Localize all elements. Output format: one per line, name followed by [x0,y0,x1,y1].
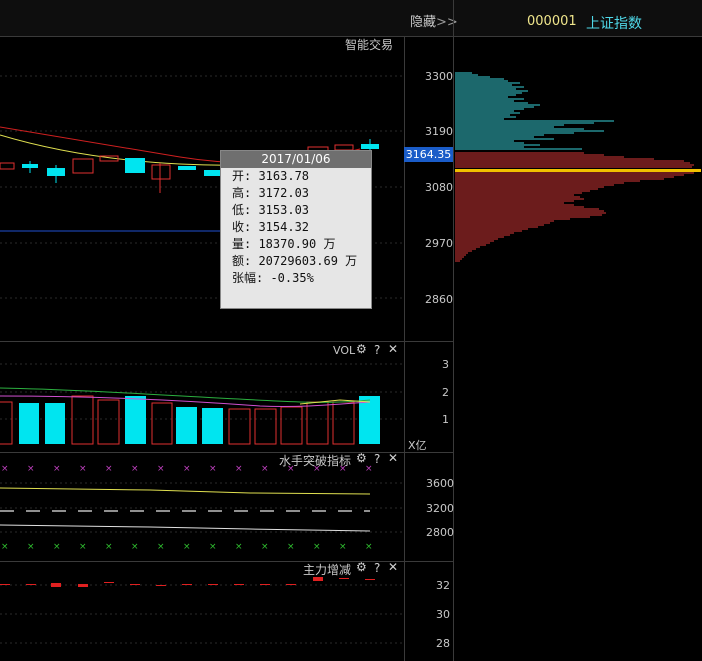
svg-text:×: × [1,464,9,474]
svg-text:×: × [365,464,373,474]
svg-text:×: × [339,464,347,474]
svg-text:×: × [27,542,35,552]
main-force-bars [0,577,375,587]
svg-text:×: × [27,464,35,474]
main-force-tick: 32 [436,579,450,592]
sailor-chart[interactable]: × × × × × × × × × × × × × × × × × × × × × × × × × × × × × × [0,453,404,561]
price-tick: 3300 [425,70,453,83]
tooltip-low: 低: 3153.03 [232,203,310,217]
svg-text:×: × [183,542,191,552]
svg-text:×: × [157,464,165,474]
volume-chart[interactable] [0,342,404,452]
svg-text:×: × [339,542,347,552]
index-name[interactable]: 上证指数 [586,13,642,33]
svg-text:×: × [131,542,139,552]
svg-text:×: × [53,464,61,474]
volume-bars [0,395,380,445]
svg-text:×: × [53,542,61,552]
vol-ma-green [0,387,371,403]
tooltip-open: 开: 3163.78 [232,169,310,183]
svg-text:×: × [313,464,321,474]
svg-text:×: × [131,464,139,474]
svg-text:×: × [365,542,373,552]
tooltip-high: 高: 3172.03 [232,186,310,200]
price-tick: 2970 [425,237,453,250]
index-code: 000001 [527,14,577,29]
tooltip-amount: 额: 20729603.69 万 [232,254,358,268]
sailor-tick: 3600 [426,477,454,490]
svg-text:×: × [209,542,217,552]
svg-text:×: × [105,542,113,552]
svg-text:×: × [261,464,269,474]
svg-text:×: × [235,542,243,552]
top-bar: 隐藏>> 000001 上证指数 [0,0,702,37]
sailor-lower-line [0,524,371,532]
tooltip-volume: 量: 18370.90 万 [232,237,336,251]
tooltip-change: 张幅: -0.35% [232,271,314,285]
price-tick: 2860 [425,293,453,306]
svg-text:×: × [261,542,269,552]
sailor-upper-line [0,487,371,495]
svg-text:×: × [157,542,165,552]
svg-text:×: × [105,464,113,474]
chip-current-line [455,169,701,172]
chip-upper [455,72,614,150]
main-force-tick: 28 [436,637,450,650]
vol-tick: 3 [442,358,449,371]
svg-text:×: × [235,464,243,474]
svg-text:×: × [183,464,191,474]
tooltip-date: 2017/01/06 [221,151,371,168]
svg-text:×: × [287,542,295,552]
current-price-badge: 3164.35 [404,147,453,162]
candle-tooltip: 2017/01/06 开: 3163.78 高: 3172.03 低: 3153… [220,150,372,309]
vol-unit: X亿 [408,439,427,452]
tooltip-close: 收: 3154.32 [232,220,310,234]
chip-distribution [455,72,701,262]
vol-tick: 2 [442,386,449,399]
svg-text:×: × [79,542,87,552]
price-tick: 3190 [425,125,453,138]
svg-text:×: × [313,542,321,552]
sailor-tick: 2800 [426,526,454,539]
main-force-tick: 30 [436,608,450,621]
svg-text:×: × [1,542,9,552]
vol-tick: 1 [442,413,449,426]
hide-button[interactable]: 隐藏>> [410,11,458,30]
svg-text:×: × [287,464,295,474]
sailor-bottom-marks: × × × × × × × × × × × × × × × [1,542,373,552]
sailor-top-marks: × × × × × × × × × × × × × × × [1,464,373,474]
main-force-chart[interactable] [0,562,404,661]
svg-text:×: × [79,464,87,474]
svg-text:×: × [209,464,217,474]
price-tick: 3080 [425,181,453,194]
sailor-tick: 3200 [426,502,454,515]
axis-divider [404,36,405,661]
